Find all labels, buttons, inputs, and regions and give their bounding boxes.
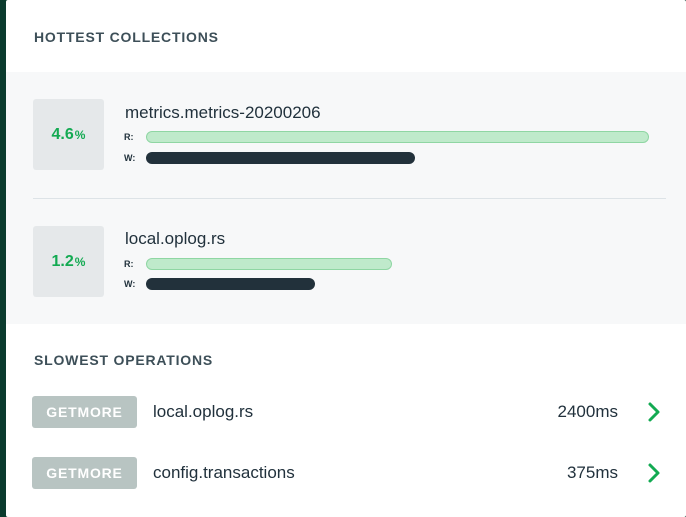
percent-box: 1.2% — [33, 226, 104, 297]
collection-name: local.oplog.rs — [125, 229, 226, 248]
read-label: R: — [124, 132, 134, 142]
read-label: R: — [124, 259, 134, 269]
read-bar-track — [146, 258, 649, 270]
hot-and-slow-panel: HOTTEST COLLECTIONS 4.6% metrics.metrics… — [6, 0, 686, 517]
operation-row[interactable]: GETMORE local.oplog.rs 2400ms — [6, 396, 686, 430]
operation-duration: 2400ms — [557, 402, 618, 421]
percent-unit: % — [74, 127, 86, 142]
hottest-collections-list: 4.6% metrics.metrics-20200206 R: W: 1.2%… — [6, 72, 686, 324]
operation-namespace: local.oplog.rs — [153, 402, 254, 421]
operation-type-badge: GETMORE — [32, 396, 137, 428]
write-bar-track — [146, 152, 649, 164]
write-bar-track — [146, 278, 649, 290]
collection-item: 1.2% local.oplog.rs R: W: — [6, 199, 686, 299]
operation-duration: 375ms — [566, 463, 618, 482]
collection-item: 4.6% metrics.metrics-20200206 R: W: — [6, 72, 686, 172]
write-bar — [146, 152, 416, 164]
read-bar — [146, 258, 393, 270]
write-label: W: — [124, 279, 136, 289]
read-bar — [146, 131, 649, 143]
slowest-operations-title: SLOWEST OPERATIONS — [34, 352, 214, 368]
read-bar-track — [146, 131, 649, 143]
operation-row[interactable]: GETMORE config.transactions 375ms — [6, 457, 686, 491]
percent-value: 1.2 — [51, 252, 74, 270]
write-label: W: — [124, 153, 136, 163]
operation-type-badge: GETMORE — [32, 457, 137, 489]
percent-unit: % — [74, 254, 86, 269]
write-bar — [146, 278, 315, 290]
chevron-right-icon[interactable] — [644, 401, 664, 423]
hottest-collections-title: HOTTEST COLLECTIONS — [34, 29, 219, 45]
operation-namespace: config.transactions — [153, 463, 295, 482]
percent-box: 4.6% — [33, 99, 104, 170]
chevron-right-icon[interactable] — [644, 462, 664, 484]
percent-value: 4.6 — [51, 125, 74, 143]
collection-name: metrics.metrics-20200206 — [125, 103, 321, 122]
